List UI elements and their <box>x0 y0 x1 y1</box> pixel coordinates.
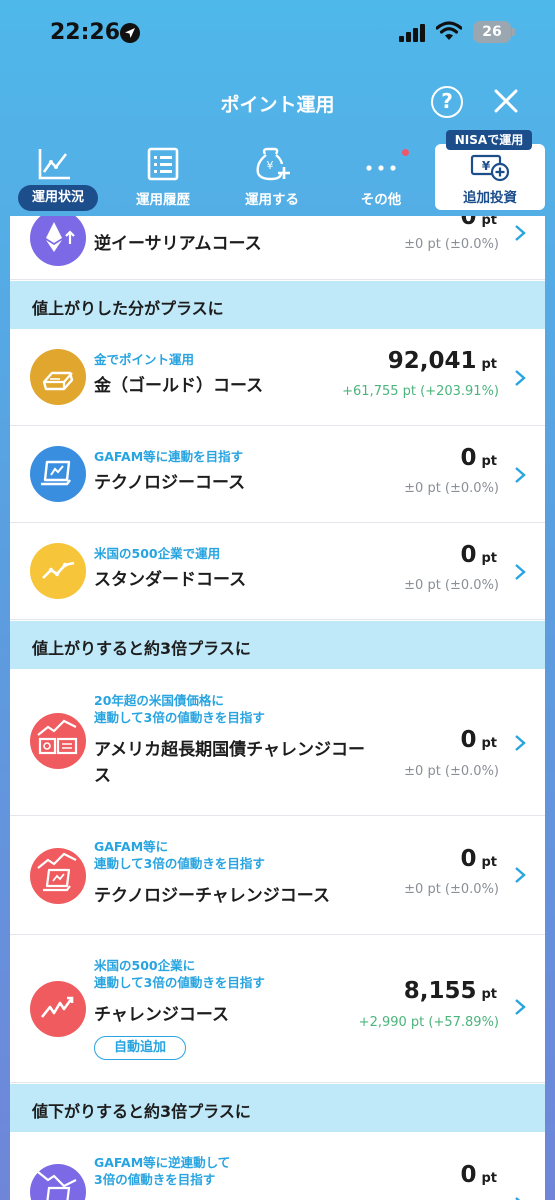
tab-label: 運用する <box>245 192 299 208</box>
course-name: 逆イーサリアムコース <box>94 234 262 254</box>
course-amount: 0 pt <box>460 846 497 872</box>
course-name: テクノロジーコース <box>94 473 246 493</box>
course-row-us-bond-challenge[interactable]: 20年超の米国債価格に 連動して3倍の値動きを目指す アメリカ超長期国債チャレンジ… <box>10 669 545 816</box>
course-name: 金（ゴールド）コース <box>94 376 264 396</box>
course-name: スタンダードコース <box>94 570 247 590</box>
yen-card-plus-icon: ¥ <box>470 154 510 182</box>
tab-status[interactable]: 運用状況 <box>4 140 104 216</box>
course-row-reverse-ethereum[interactable]: 逆イーサリアムコース 0 pt ±0 pt (±0.0%) <box>10 216 545 280</box>
chevron-right-icon <box>515 564 526 580</box>
course-change: ±0 pt (±0.0%) <box>404 481 499 496</box>
section-header: 値下がりすると約3倍プラスに <box>10 1084 545 1132</box>
gold-bar-icon <box>30 349 86 405</box>
course-amount: 0 pt <box>460 216 497 230</box>
course-row-challenge[interactable]: GAFAM等に逆連動して米国の500企業に連動して3倍の値動きを目指す チャレン… <box>10 935 545 1083</box>
course-row-technology-challenge[interactable]: GAFAM等に 連動して3倍の値動きを目指す テクノロジーチャレンジコース 0 pt… <box>10 816 545 935</box>
money-bag-plus-icon: ¥ <box>256 147 290 181</box>
tab-history[interactable]: 運用履歴 <box>113 140 213 216</box>
status-time: 22:26 <box>50 20 121 45</box>
notification-dot <box>402 149 409 156</box>
chevron-right-icon <box>515 370 526 386</box>
location-arrow-icon <box>120 23 140 43</box>
course-subtitle: GAFAM等に 連動して3倍の値動きを目指す <box>94 839 265 871</box>
chevron-right-icon <box>515 1197 521 1200</box>
course-subtitle: GAFAM等に逆連動して米国の500企業に連動して3倍の値動きを目指す <box>94 958 265 990</box>
tab-invest[interactable]: ¥ 運用する <box>222 140 322 216</box>
laptop-chart-icon <box>30 848 86 904</box>
bond-chart-icon <box>30 713 86 769</box>
course-amount: 92,041 pt <box>387 348 497 374</box>
course-name: アメリカ超長期国債チャレンジコース <box>94 740 365 786</box>
laptop-down-icon <box>30 1164 86 1200</box>
course-subtitle: 米国の500企業で運用 <box>94 546 221 561</box>
battery-icon: 26 <box>473 21 515 43</box>
chevron-right-icon <box>515 467 526 483</box>
status-bar: 22:26 26 <box>0 0 555 66</box>
course-row-standard[interactable]: 米国の500企業で運用 スタンダードコース 0 pt ±0 pt (±0.0%) <box>10 523 545 620</box>
section-header: 値上がりした分がプラスに <box>10 281 545 329</box>
course-amount: 8,155 pt <box>403 978 497 1004</box>
svg-text:¥: ¥ <box>482 159 491 173</box>
section-title: 値下がりすると約3倍プラスに <box>32 1102 251 1121</box>
close-icon[interactable] <box>493 88 519 114</box>
chevron-right-icon <box>515 225 526 241</box>
course-name: テクノロジーチャレンジコース <box>94 886 330 906</box>
course-amount: 0 pt <box>460 1162 497 1188</box>
course-list: 逆イーサリアムコース 0 pt ±0 pt (±0.0%) 値上がりした分がプラス… <box>10 216 545 1200</box>
section-title: 値上がりした分がプラスに <box>32 299 224 318</box>
course-amount: 0 pt <box>460 542 497 568</box>
laptop-icon <box>30 446 86 502</box>
course-name: チャレンジコース <box>94 1005 229 1025</box>
ethereum-icon <box>30 216 86 266</box>
course-subtitle: 金でポイント運用 <box>94 352 195 367</box>
more-dots-icon <box>366 165 396 171</box>
section-header: 値上がりすると約3倍プラスに <box>10 621 545 669</box>
course-subtitle: GAFAM等に逆連動して 3倍の値動きを目指す <box>94 1155 231 1187</box>
course-row-gold[interactable]: 金でポイント運用 金（ゴールド）コース 92,041 pt +61,755 pt … <box>10 329 545 426</box>
course-change: ±0 pt (±0.0%) <box>404 578 499 593</box>
tab-label: 運用履歴 <box>136 192 190 208</box>
course-change: +61,755 pt (+203.91%) <box>342 384 499 399</box>
auto-add-button[interactable]: 自動追加 <box>94 1036 186 1060</box>
course-subtitle: 20年超の米国債価格に 連動して3倍の値動きを目指す <box>94 693 265 725</box>
course-row-technology[interactable]: GAFAM等に連動を目指す テクノロジーコース 0 pt ±0 pt (±0.0%… <box>10 426 545 523</box>
tab-label: その他 <box>360 192 402 208</box>
list-doc-icon <box>147 147 179 181</box>
course-change: +2,990 pt (+57.89%) <box>358 1015 499 1030</box>
line-chart-icon <box>38 149 70 180</box>
trend-line-icon <box>30 543 86 599</box>
battery-level: 26 <box>482 24 502 40</box>
help-button[interactable]: ? <box>431 86 463 118</box>
chevron-right-icon <box>515 999 526 1015</box>
course-row-technology-bear[interactable]: GAFAM等に逆連動して 3倍の値動きを目指す 0 pt <box>10 1132 545 1200</box>
course-change: ±0 pt (±0.0%) <box>404 882 499 897</box>
tab-more[interactable]: その他 <box>331 140 431 216</box>
course-subtitle: GAFAM等に連動を目指す <box>94 449 244 464</box>
wifi-icon <box>436 21 462 40</box>
zigzag-up-icon <box>30 981 86 1037</box>
course-change: ±0 pt (±0.0%) <box>404 237 499 252</box>
add-invest-label: 追加投資 <box>463 190 517 206</box>
chevron-right-icon <box>515 735 526 751</box>
signal-icon <box>399 24 429 42</box>
course-change: ±0 pt (±0.0%) <box>404 764 499 779</box>
header: ポイント運用 <box>0 70 555 134</box>
tab-label: 運用状況 <box>18 185 98 211</box>
course-amount: 0 pt <box>460 727 497 753</box>
svg-text:¥: ¥ <box>267 159 274 172</box>
nisa-badge: NISAで運用 <box>446 130 532 150</box>
chevron-right-icon <box>515 867 526 883</box>
page-title: ポイント運用 <box>220 94 335 116</box>
course-amount: 0 pt <box>460 445 497 471</box>
section-title: 値上がりすると約3倍プラスに <box>32 639 251 658</box>
